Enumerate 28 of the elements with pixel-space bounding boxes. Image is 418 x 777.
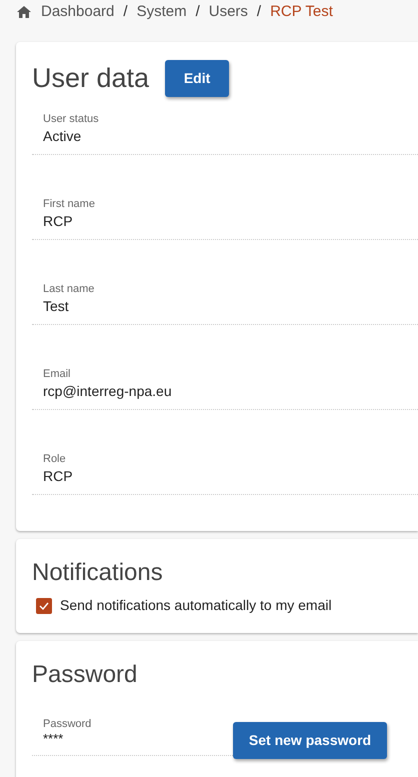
breadcrumb-current[interactable]: RCP Test (270, 0, 333, 24)
field-value: **** (43, 731, 64, 747)
field-value: RCP (43, 467, 74, 486)
breadcrumb-link[interactable]: Users (208, 0, 248, 24)
field-label: Last name (43, 282, 96, 296)
set-password-button[interactable]: Set new password (233, 722, 387, 759)
breadcrumb-link[interactable]: Dashboard (41, 0, 114, 24)
breadcrumb-link[interactable]: System (136, 0, 187, 24)
section-title: Notifications (32, 558, 164, 588)
breadcrumb-separator: / (196, 2, 200, 22)
field-label: Email (43, 367, 72, 381)
section-title: Password (32, 660, 138, 690)
field-label: Password (43, 717, 92, 731)
field-label: Role (43, 452, 67, 466)
field-label: First name (43, 197, 96, 211)
field-value: rcp@interreg-npa.eu (43, 382, 173, 401)
field-value: RCP (43, 212, 74, 231)
field-value: Test (43, 297, 70, 316)
breadcrumb-separator: / (123, 2, 128, 22)
checkbox[interactable] (36, 598, 52, 614)
field-label: User status (43, 112, 100, 126)
breadcrumb-separator: / (256, 2, 262, 22)
check-icon (39, 602, 49, 610)
home-icon[interactable] (17, 6, 31, 18)
edit-button[interactable]: Edit (165, 60, 230, 96)
field-value: Active (43, 127, 82, 146)
checkbox-label: Send notifications automatically to my email (60, 596, 332, 615)
section-title: User data (32, 62, 150, 95)
